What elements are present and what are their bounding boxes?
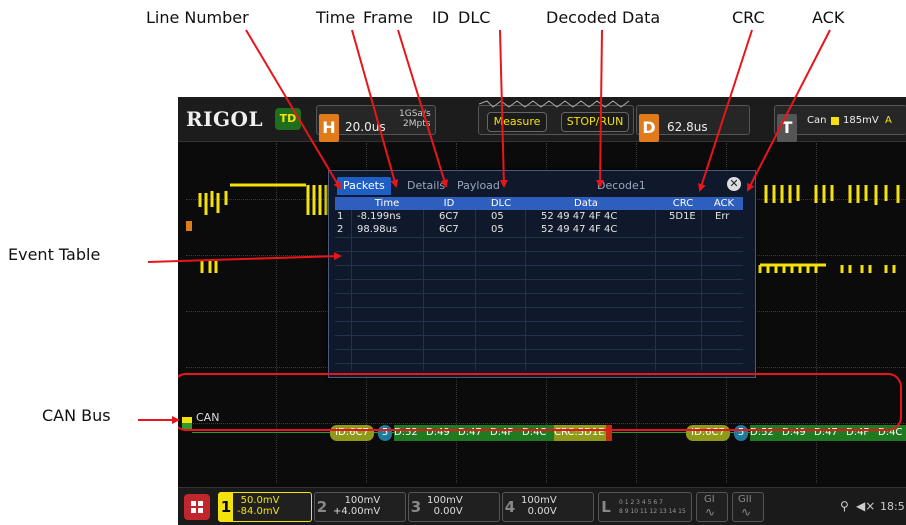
arrow-crc (698, 29, 753, 192)
arrow-line-number (245, 29, 342, 190)
arrow-decoded-data (596, 29, 605, 188)
arrow-time (351, 29, 399, 188)
annotation-arrows (138, 29, 831, 424)
arrow-dlc (499, 29, 508, 188)
arrow-id (397, 29, 449, 188)
arrow-ack (747, 29, 831, 192)
arrow-event-table (147, 252, 342, 263)
